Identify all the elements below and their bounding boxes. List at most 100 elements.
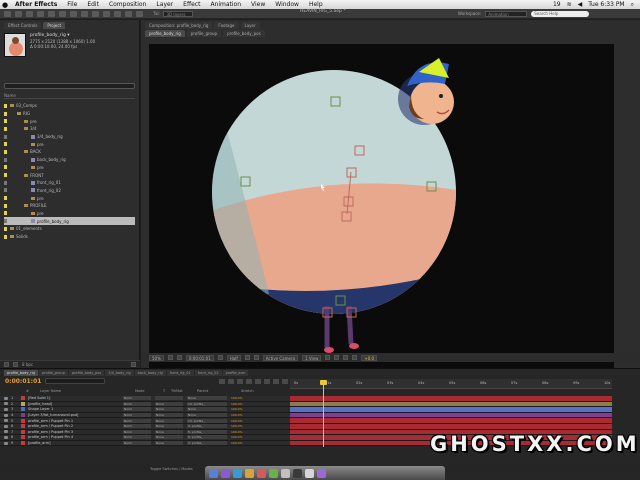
pan-behind-tool-icon[interactable]	[59, 10, 66, 17]
frame-blending-icon[interactable]	[246, 378, 253, 384]
apple-menu-icon[interactable]: ●	[0, 1, 10, 9]
label-color-swatch[interactable]	[4, 173, 7, 178]
project-item[interactable]: 03_Comps	[4, 102, 135, 110]
tab-effect-controls[interactable]: Effect Controls	[4, 22, 42, 29]
layer-label-color[interactable]	[21, 418, 25, 423]
visibility-eye-icon[interactable]	[4, 424, 8, 428]
project-item[interactable]: Solids	[4, 233, 135, 241]
label-color-swatch[interactable]	[4, 234, 7, 239]
visibility-eye-icon[interactable]	[4, 435, 8, 439]
layer-name[interactable]: profile_arm / Puppet Pin 3	[28, 430, 123, 434]
layer-stretch[interactable]: 100.0%	[231, 402, 242, 406]
menu-layer[interactable]: Layer	[151, 1, 178, 8]
timeline-icon[interactable]	[343, 355, 349, 360]
layer-name[interactable]: [profile_head]	[28, 402, 123, 406]
visibility-eye-icon[interactable]	[4, 441, 8, 445]
project-item[interactable]: pre	[4, 194, 135, 202]
label-color-swatch[interactable]	[4, 203, 7, 208]
project-item[interactable]: PROFILE	[4, 202, 135, 210]
label-color-swatch[interactable]	[4, 165, 7, 170]
project-item[interactable]: 3/4_body_rig	[4, 133, 135, 141]
label-color-swatch[interactable]	[4, 196, 7, 201]
project-item[interactable]: 3/4	[4, 125, 135, 133]
ai-icon[interactable]	[245, 468, 254, 478]
layer-stretch[interactable]: 100.0%	[231, 407, 242, 411]
layer-name[interactable]: profile_arm / Puppet Pin 4	[28, 435, 123, 439]
hand-tool-icon[interactable]	[15, 10, 22, 17]
layer-label-color[interactable]	[21, 407, 25, 412]
menu-help[interactable]: Help	[304, 1, 328, 8]
layer-stretch[interactable]: 100.0%	[231, 419, 242, 423]
timeline-current-time[interactable]: 0:00:01:01	[5, 378, 41, 385]
layer-trkmat-dropdown[interactable]: None	[155, 424, 183, 429]
menu-window[interactable]: Window	[270, 1, 304, 8]
interpret-footage-icon[interactable]	[4, 362, 9, 367]
layer-stretch[interactable]: 100.0%	[231, 441, 242, 445]
col-trkmat[interactable]: TrkMat	[171, 389, 197, 395]
layer-trkmat-dropdown[interactable]	[155, 396, 183, 401]
layer-label-color[interactable]	[21, 435, 25, 440]
label-color-swatch[interactable]	[4, 119, 7, 124]
timeline-tab[interactable]: 3/4_body_rig	[105, 370, 134, 376]
label-color-swatch[interactable]	[4, 103, 7, 108]
time-ruler[interactable]: 0s 01s 02s 03s 04s 05s 06s 07s 08s 09s 10s	[290, 379, 612, 389]
motion-blur-icon[interactable]	[255, 378, 262, 384]
toggle-pixel-aspect-icon[interactable]	[325, 355, 331, 360]
project-item[interactable]: front_rig_02	[4, 187, 135, 195]
safe-margins-icon[interactable]	[167, 355, 173, 360]
camera-tool-icon[interactable]	[48, 10, 55, 17]
project-item[interactable]: back_body_rig	[4, 156, 135, 164]
project-item[interactable]: pre	[4, 210, 135, 218]
layer-stretch[interactable]: 100.0%	[231, 413, 242, 417]
menu-view[interactable]: View	[246, 1, 270, 8]
brush-tool-icon[interactable]	[92, 10, 99, 17]
visibility-eye-icon[interactable]	[4, 407, 8, 411]
layer-trkmat-dropdown[interactable]: None	[155, 401, 183, 406]
graph-editor-icon[interactable]	[282, 378, 289, 384]
layer-trkmat-dropdown[interactable]: None	[155, 407, 183, 412]
layer-mode-dropdown[interactable]: Norm	[123, 407, 151, 412]
timeline-tab[interactable]: back_body_rig	[134, 370, 166, 376]
layer-label-color[interactable]	[21, 441, 25, 446]
layer-mode-dropdown[interactable]: Norm	[123, 424, 151, 429]
layer-stretch[interactable]: 100.0%	[231, 430, 242, 434]
new-folder-icon[interactable]	[13, 362, 18, 367]
menu-edit[interactable]: Edit	[82, 1, 104, 8]
project-item[interactable]: profile_body_rig	[4, 217, 135, 225]
layer-stretch[interactable]: 100.0%	[231, 435, 242, 439]
app-icon-8[interactable]	[293, 468, 302, 478]
playhead-handle[interactable]	[320, 380, 327, 385]
app-icon-10[interactable]	[317, 468, 326, 478]
trash-icon[interactable]	[131, 362, 136, 367]
text-tool-icon[interactable]	[81, 10, 88, 17]
layer-mode-dropdown[interactable]: Norm	[123, 435, 151, 440]
camera-dropdown[interactable]: Active Camera	[262, 354, 299, 361]
layer-trkmat-dropdown[interactable]: None	[155, 429, 183, 434]
auto-keyframe-icon[interactable]	[273, 378, 280, 384]
layer-label-color[interactable]	[21, 396, 25, 401]
bpc-indicator[interactable]: 8 bpc	[22, 362, 33, 367]
col-layer-name[interactable]: Layer Name	[40, 389, 135, 395]
layer-trkmat-dropdown[interactable]: None	[155, 435, 183, 440]
layer-trkmat-dropdown[interactable]: None	[155, 441, 183, 446]
comp-mini-flowchart-icon[interactable]	[219, 378, 226, 384]
col-stretch[interactable]: Stretch	[241, 389, 254, 395]
visibility-eye-icon[interactable]	[4, 402, 8, 406]
roto-tool-icon[interactable]	[125, 10, 132, 17]
comp-canvas[interactable]	[149, 44, 614, 374]
layer-mode-dropdown[interactable]: Norm	[123, 396, 151, 401]
menu-file[interactable]: File	[62, 1, 82, 8]
label-color-swatch[interactable]	[4, 149, 7, 154]
ae-icon[interactable]	[221, 468, 230, 478]
layer-parent-dropdown[interactable]: None	[187, 413, 227, 418]
hide-shy-layers-icon[interactable]	[237, 378, 244, 384]
layer-stretch[interactable]: 100.0%	[231, 396, 242, 400]
clone-tool-icon[interactable]	[103, 10, 110, 17]
label-color-swatch[interactable]	[4, 111, 7, 116]
spotlight-icon[interactable]: ⌕	[631, 1, 634, 9]
layer-trkmat-dropdown[interactable]: None	[155, 413, 183, 418]
label-color-swatch[interactable]	[4, 188, 7, 193]
layer-stretch[interactable]: 100.0%	[231, 424, 242, 428]
layer-label-color[interactable]	[21, 424, 25, 429]
finder-icon[interactable]	[209, 468, 218, 478]
